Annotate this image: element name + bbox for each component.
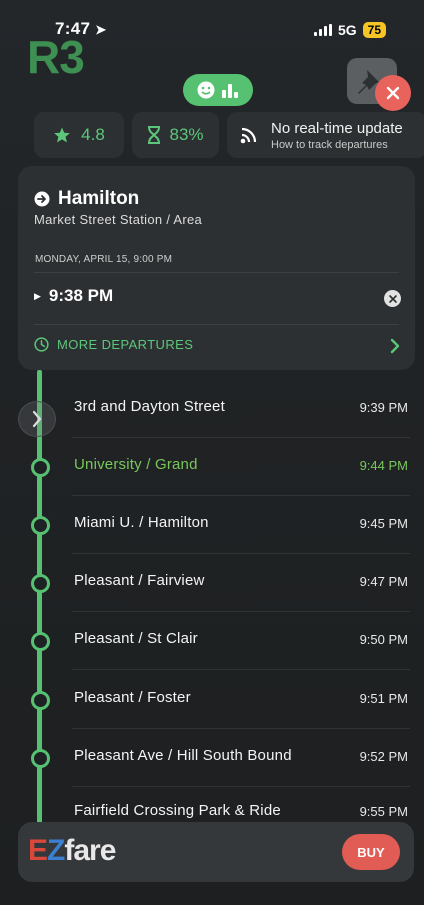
stop-row[interactable]: University / Grand 9:44 PM — [0, 438, 424, 496]
divider — [72, 669, 410, 670]
bar-chart-icon — [222, 84, 238, 98]
hourglass-icon — [148, 126, 161, 144]
clear-departure-button[interactable] — [384, 290, 401, 307]
caret-right-icon: ▶ — [34, 290, 41, 301]
signal-icon — [313, 24, 332, 36]
stop-name: University / Grand — [74, 456, 198, 473]
realtime-chip[interactable]: No real-time update How to track departu… — [227, 112, 424, 158]
stop-marker — [31, 691, 50, 710]
ezfare-bar: EZfare BUY — [18, 822, 414, 882]
app-screen: 7:47 ➤ 5G 75 R3 4.8 83% No real-time upd… — [0, 0, 424, 905]
stop-marker — [31, 574, 50, 593]
on-time-chip[interactable]: 83% — [132, 112, 219, 158]
more-departures-label: MORE DEPARTURES — [57, 337, 194, 352]
stop-marker — [31, 749, 50, 768]
stop-name: Miami U. / Hamilton — [74, 514, 209, 531]
logo-word-fare: fare — [64, 834, 116, 867]
stop-marker — [31, 632, 50, 651]
close-button[interactable] — [375, 75, 411, 111]
on-time-value: 83% — [169, 125, 204, 144]
no-signal-icon — [240, 127, 257, 144]
departure-time: 9:38 PM — [48, 286, 114, 305]
stop-time: 9:44 PM — [359, 458, 408, 473]
departure-card: Hamilton Market Street Station / Area MO… — [18, 166, 415, 370]
stop-row[interactable]: Pleasant / Foster 9:51 PM — [0, 671, 424, 729]
buy-button[interactable]: BUY — [342, 834, 400, 870]
rating-value: 4.8 — [81, 125, 105, 144]
realtime-text: No real-time update How to track departu… — [271, 120, 403, 151]
more-departures-button[interactable]: MORE DEPARTURES — [34, 337, 193, 352]
stop-time: 9:50 PM — [359, 632, 408, 647]
arrow-circle-icon — [34, 191, 50, 207]
stop-time: 9:47 PM — [359, 574, 408, 589]
stop-time: 9:51 PM — [359, 691, 408, 706]
status-indicators: 5G 75 — [313, 22, 386, 38]
destination-row: Hamilton — [34, 188, 139, 210]
realtime-subtitle: How to track departures — [271, 138, 388, 151]
clock-icon — [34, 337, 49, 352]
stop-time: 9:39 PM — [359, 400, 408, 415]
stop-row[interactable]: Pleasant Ave / Hill South Bound 9:52 PM — [0, 729, 424, 787]
battery-indicator: 75 — [362, 22, 386, 38]
stop-name: Pleasant / Foster — [74, 689, 191, 706]
stop-marker — [31, 516, 50, 535]
star-icon — [54, 127, 71, 143]
close-icon — [386, 86, 400, 100]
smiley-icon — [197, 81, 215, 99]
realtime-title: No real-time update — [271, 119, 403, 137]
stop-name: Fairfield Crossing Park & Ride — [74, 802, 281, 819]
stop-name: Pleasant Ave / Hill South Bound — [74, 747, 292, 764]
stop-location: Market Street Station / Area — [34, 212, 203, 227]
logo-letter-z: Z — [47, 834, 65, 867]
logo-letter-e: E — [28, 834, 48, 867]
stop-row[interactable]: Miami U. / Hamilton 9:45 PM — [0, 496, 424, 554]
close-icon — [388, 294, 397, 303]
divider — [34, 272, 399, 273]
destination-name: Hamilton — [58, 188, 140, 209]
schedule-date[interactable]: MONDAY, APRIL 15, 9:00 PM — [35, 254, 172, 265]
stop-time: 9:55 PM — [359, 804, 408, 819]
route-logo: R3 — [27, 31, 85, 83]
stop-name: 3rd and Dayton Street — [74, 398, 225, 415]
departure-row[interactable]: ▶ 9:38 PM — [34, 286, 113, 306]
stop-marker — [31, 458, 50, 477]
stop-time: 9:52 PM — [359, 749, 408, 764]
stop-name: Pleasant / Fairview — [74, 572, 205, 589]
stop-row[interactable]: Pleasant / St Clair 9:50 PM — [0, 612, 424, 670]
stop-name: Pleasant / St Clair — [74, 630, 198, 647]
rating-chip[interactable]: 4.8 — [34, 112, 124, 158]
stop-row[interactable]: Pleasant / Fairview 9:47 PM — [0, 554, 424, 612]
divider — [34, 324, 399, 325]
stop-row[interactable]: 3rd and Dayton Street 9:39 PM — [0, 380, 424, 438]
network-label: 5G — [337, 22, 357, 38]
ezfare-logo: EZfare — [28, 834, 116, 868]
location-arrow-icon: ➤ — [95, 22, 107, 37]
stop-time: 9:45 PM — [359, 516, 408, 531]
chevron-right-icon[interactable] — [389, 338, 401, 354]
crowding-button[interactable] — [183, 74, 253, 106]
